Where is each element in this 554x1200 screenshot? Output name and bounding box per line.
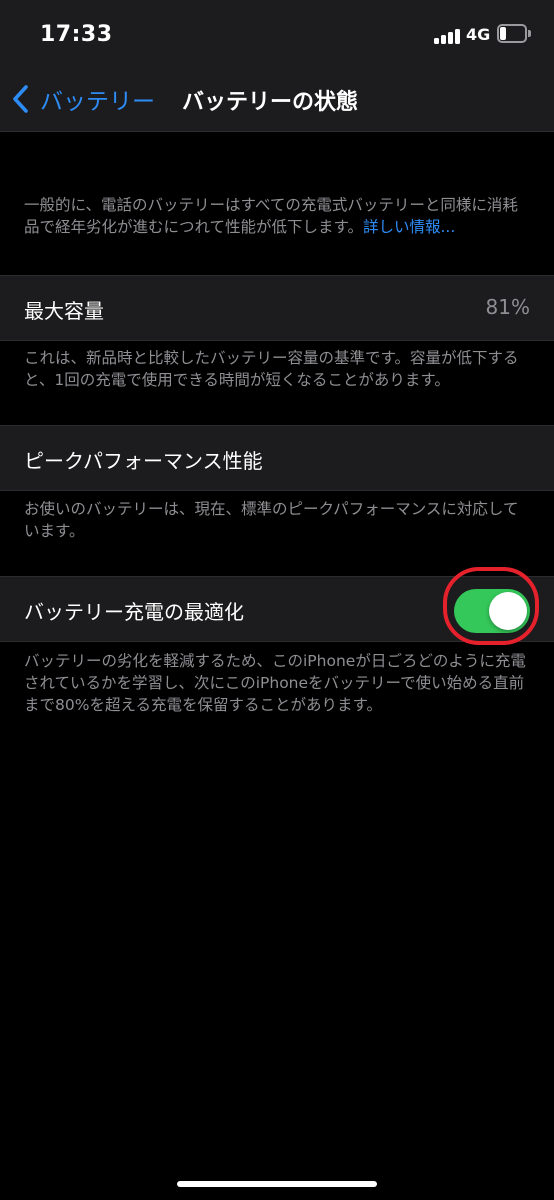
status-bar: 17:33 4G <box>0 0 554 66</box>
max-capacity-description: これは、新品時と比較したバッテリー容量の基準です。容量が低下すると、1回の充電で… <box>24 349 519 389</box>
cellular-signal-icon <box>434 28 460 44</box>
peak-performance-description: お使いのバッテリーは、現在、標準のピークパフォーマンスに対応しています。 <box>24 500 519 540</box>
back-button[interactable]: バッテリー <box>10 82 155 116</box>
intro-description: 一般的に、電話のバッテリーはすべての充電式バッテリーと同様に消耗品で経年劣化が進… <box>24 194 530 238</box>
annotation-circle <box>443 567 539 645</box>
optimized-charging-label: バッテリー充電の最適化 <box>24 600 244 624</box>
home-indicator[interactable] <box>177 1181 377 1187</box>
navigation-bar: バッテリー バッテリーの状態 <box>0 66 554 132</box>
max-capacity-row: 最大容量 81% <box>0 275 554 341</box>
status-time: 17:33 <box>40 22 113 47</box>
peak-performance-label: ピークパフォーマンス性能 <box>24 449 263 473</box>
page-title: バッテリーの状態 <box>182 90 359 115</box>
battery-fill <box>500 27 506 40</box>
network-type: 4G <box>466 25 491 44</box>
screen: 17:33 4G バッテリー バッテリーの状態 一般的に、電話のバッテリーはすべ… <box>0 0 554 1200</box>
battery-icon <box>497 24 531 43</box>
back-button-label: バッテリー <box>40 89 155 115</box>
learn-more-link[interactable]: 詳しい情報... <box>363 218 455 236</box>
peak-performance-row: ピークパフォーマンス性能 <box>0 425 554 491</box>
max-capacity-label: 最大容量 <box>24 299 104 323</box>
chevron-left-icon <box>13 85 28 113</box>
optimized-charging-description: バッテリーの劣化を軽減するため、このiPhoneが日ごろどのように充電されている… <box>24 652 526 714</box>
max-capacity-value: 81% <box>485 295 530 319</box>
